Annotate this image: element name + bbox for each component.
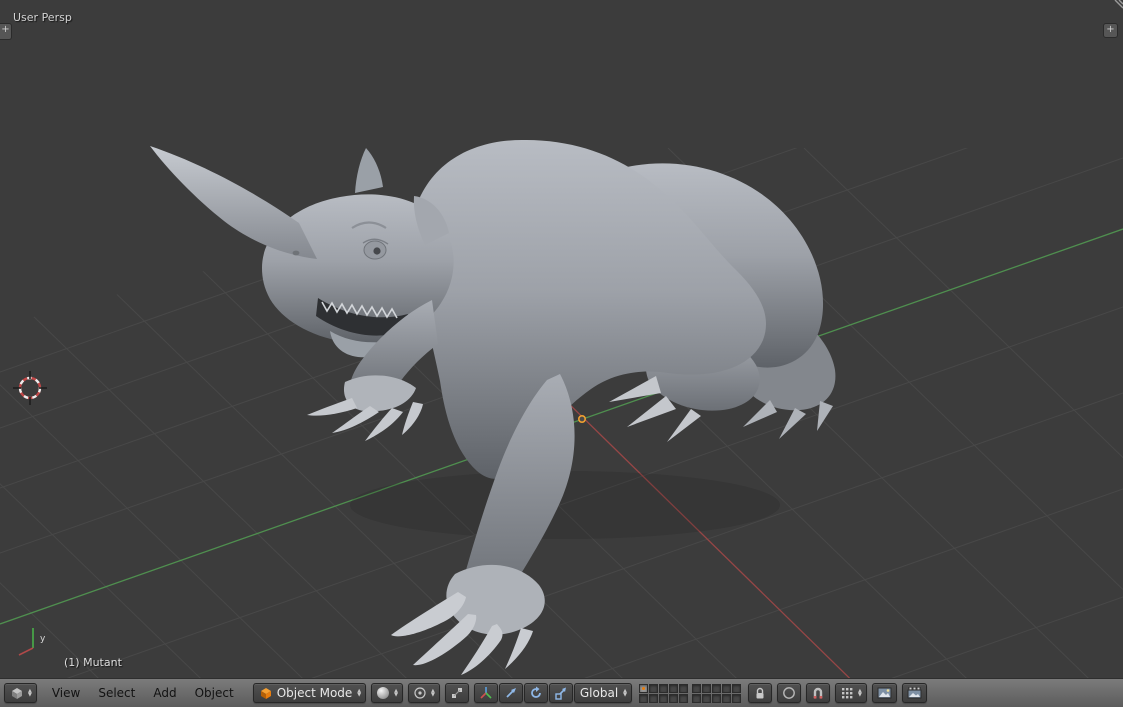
proportional-edit-dropdown[interactable] <box>777 683 802 703</box>
layer-toggle[interactable] <box>659 683 669 693</box>
opengl-render-anim-icon <box>907 687 922 699</box>
dropdown-arrows-icon: ▲ ▼ <box>431 688 435 698</box>
layer-group-1 <box>639 683 689 703</box>
layer-toggle[interactable] <box>732 683 742 693</box>
lock-layers-toggle[interactable] <box>748 683 773 703</box>
scale-toggle[interactable] <box>548 683 573 703</box>
layer-toggle[interactable] <box>692 693 702 703</box>
orientation-dropdown[interactable]: Global ▲ ▼ <box>573 683 633 703</box>
layer-toggle[interactable] <box>659 693 669 703</box>
opengl-render-still-button[interactable] <box>871 683 897 703</box>
pivot-align-toggle[interactable] <box>444 683 469 703</box>
snap-element-dropdown[interactable]: ▲ ▼ <box>835 683 867 703</box>
opengl-render-still-icon <box>877 687 892 699</box>
manipulator-axis-icon <box>480 687 492 699</box>
layer-toggle[interactable] <box>639 693 649 703</box>
creature-model[interactable] <box>150 139 836 675</box>
dropdown-arrows-icon: ▲ ▼ <box>623 688 628 698</box>
shading-dropdown[interactable]: ▲ ▼ <box>371 683 404 703</box>
active-object-label: (1) Mutant <box>64 656 122 669</box>
layer-toggle[interactable] <box>649 683 659 693</box>
menu-add[interactable]: Add <box>145 684 184 702</box>
region-expand-left-button[interactable]: + <box>0 23 12 40</box>
proportional-circle-icon <box>783 687 795 699</box>
mode-dropdown[interactable]: Object Mode ▲ ▼ <box>252 683 367 703</box>
menu-bar: View Select Add Object <box>44 684 242 702</box>
layer-toggle[interactable] <box>722 683 732 693</box>
editor-type-button[interactable]: ▲ ▼ <box>4 683 37 703</box>
pivot-align-icon <box>451 688 462 698</box>
layer-toggle[interactable] <box>702 683 712 693</box>
pivot-dropdown[interactable]: ▲ ▼ <box>408 683 440 703</box>
layer-toggle[interactable] <box>722 693 732 703</box>
layer-toggle[interactable] <box>679 683 689 693</box>
layer-toggle[interactable] <box>702 693 712 703</box>
editor-3dview-icon <box>12 688 22 699</box>
rotate-toggle[interactable] <box>523 683 548 703</box>
lock-icon <box>756 687 764 699</box>
layer-toggle[interactable] <box>712 693 722 703</box>
dropdown-arrows-icon: ▲ ▼ <box>394 688 399 698</box>
pivot-point-icon <box>414 687 426 699</box>
translate-icon <box>506 688 516 698</box>
dropdown-arrows-icon: ▲ ▼ <box>858 688 862 698</box>
mini-axis-gizmo: y <box>18 628 46 656</box>
menu-view[interactable]: View <box>44 684 88 702</box>
layer-toggle[interactable] <box>732 693 742 703</box>
orientation-label: Global <box>579 686 619 700</box>
menu-object[interactable]: Object <box>187 684 242 702</box>
viewport-header: ▲ ▼ View Select Add Object Object Mode ▲ ▼… <box>0 678 1123 707</box>
magnet-icon <box>813 687 823 699</box>
sphere-icon <box>377 687 390 699</box>
snap-increment-icon <box>842 688 853 699</box>
object-origin-dot[interactable] <box>577 414 586 423</box>
layer-object-dot <box>642 686 646 690</box>
corner-grip-icon[interactable] <box>1109 0 1123 14</box>
viewport-canvas[interactable]: y <box>0 0 1123 678</box>
region-expand-right-button[interactable]: + <box>1103 23 1118 38</box>
scale-icon <box>555 687 566 700</box>
view-name-label: User Persp <box>13 11 72 24</box>
3d-viewport[interactable]: y User Persp (1) Mutant + + <box>0 0 1123 678</box>
translate-toggle[interactable] <box>498 683 523 703</box>
dropdown-arrows-icon: ▲ ▼ <box>357 688 362 698</box>
layers-widget <box>639 683 742 703</box>
menu-select[interactable]: Select <box>90 684 143 702</box>
manipulator-group: Global ▲ ▼ <box>473 683 633 703</box>
layer-toggle[interactable] <box>692 683 702 693</box>
dropdown-arrows-icon: ▲ ▼ <box>28 688 32 698</box>
manipulator-toggle[interactable] <box>473 683 498 703</box>
snap-toggle[interactable] <box>806 683 831 703</box>
layer-toggle[interactable] <box>669 693 679 703</box>
layer-group-2 <box>692 683 742 703</box>
opengl-render-anim-button[interactable] <box>901 683 927 703</box>
layer-toggle[interactable] <box>679 693 689 703</box>
layer-toggle[interactable] <box>712 683 722 693</box>
layer-toggle[interactable] <box>669 683 679 693</box>
axis-gizmo-y-label: y <box>40 634 46 644</box>
mode-label: Object Mode <box>276 686 353 700</box>
layer-toggle[interactable] <box>639 683 649 693</box>
cube-icon <box>260 688 271 699</box>
rotate-icon <box>530 686 541 698</box>
layer-toggle[interactable] <box>649 693 659 703</box>
3d-cursor[interactable] <box>13 371 47 405</box>
